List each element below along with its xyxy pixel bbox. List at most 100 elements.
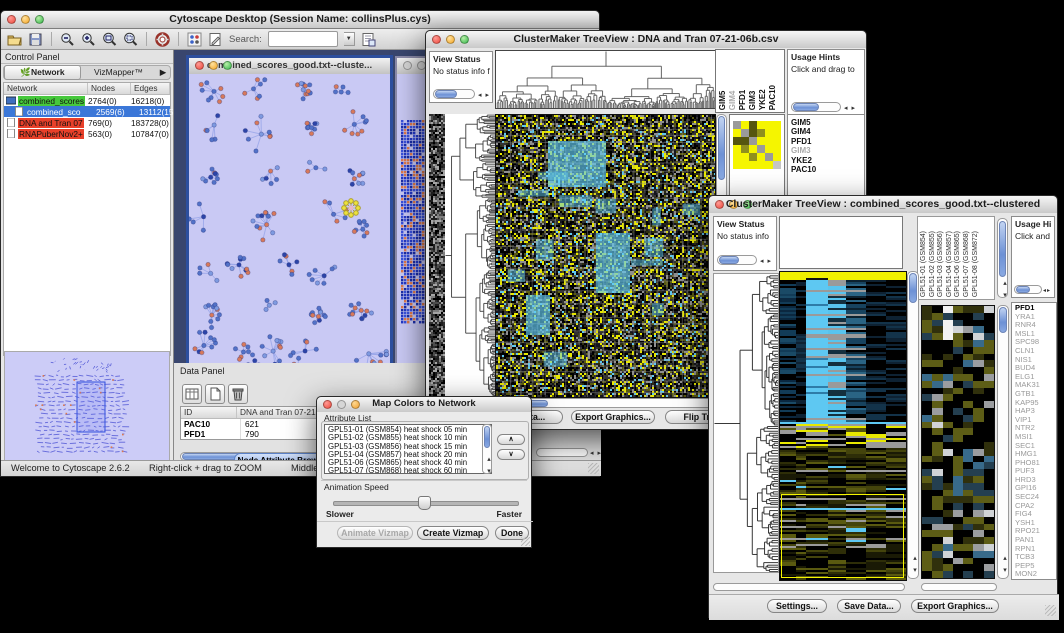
resize-grip[interactable] <box>521 537 530 546</box>
gene-label[interactable]: YKE2 <box>791 156 864 165</box>
new-attribute-icon[interactable] <box>205 384 225 404</box>
open-icon[interactable] <box>7 32 22 47</box>
network-row[interactable]: combined_scores 2764(0) 16218(0) <box>4 95 170 106</box>
network-row[interactable]: combined_sco 2569(6) 13112(15) <box>4 106 170 117</box>
network-row[interactable]: RNAPuberNov2+ 563(0) 107847(0) <box>4 128 170 139</box>
treeview2-button[interactable]: Export Graphics... <box>911 599 999 613</box>
scroll-arrows-icon[interactable]: ◂▸ <box>1043 287 1051 294</box>
gene-dendrogram[interactable] <box>713 273 779 573</box>
array-label[interactable]: GIM4 <box>728 85 737 110</box>
data-panel-hscrollbar-right[interactable] <box>536 448 588 457</box>
dialog-titlebar[interactable]: Map Colors to Network <box>317 397 531 413</box>
search-combo-arrow-icon[interactable]: ▼ <box>344 32 355 46</box>
array-label[interactable]: YKE2 <box>758 85 767 110</box>
array-label[interactable]: PAC10 <box>768 85 777 110</box>
gene-label[interactable]: GIM5 <box>791 118 864 127</box>
array-label[interactable]: GPL51-03 (GSM856) <box>937 231 946 297</box>
scroll-arrows-icon[interactable]: ▴ ▾ <box>910 554 918 575</box>
move-up-button[interactable]: ∧ <box>497 434 525 445</box>
treeview1-button[interactable]: Export Graphics... <box>571 410 655 424</box>
array-label[interactable]: GPL51-07 (GSM868) <box>963 231 972 297</box>
tab-overflow-arrow-icon[interactable]: ▶ <box>156 66 170 79</box>
usage-hints-hscrollbar[interactable] <box>1014 285 1042 294</box>
zoom-in-icon[interactable] <box>81 32 96 47</box>
cytoscape-titlebar[interactable]: Cytoscape Desktop (Session Name: collins… <box>1 11 599 29</box>
save-icon[interactable] <box>28 32 43 47</box>
zoom-button[interactable] <box>223 61 232 70</box>
treeview2-titlebar[interactable]: ClusterMaker TreeView : combined_scores_… <box>709 196 1057 214</box>
slider-thumb[interactable] <box>418 496 431 510</box>
bottom-hscrollbar[interactable] <box>713 583 905 591</box>
tab-network[interactable]: 🌿Network <box>4 65 81 80</box>
scroll-arrows-icon[interactable]: ◂ ▸ <box>844 104 856 112</box>
array-label[interactable]: GPL51-02 (GSM855) <box>929 231 938 297</box>
zoom-fit-icon[interactable] <box>102 32 117 47</box>
treeview2-button[interactable]: Settings... <box>767 599 827 613</box>
gene-label[interactable]: MON2 <box>1015 570 1056 579</box>
view-status-hscrollbar[interactable] <box>433 89 475 99</box>
zoom-heatmap-matrix[interactable] <box>733 121 781 169</box>
gene-label[interactable]: PAC10 <box>791 165 864 174</box>
attribute-list-vscrollbar[interactable]: ▴ ▾ <box>482 424 492 474</box>
attribute-select-icon[interactable] <box>182 384 202 404</box>
network-canvas[interactable] <box>189 74 390 380</box>
array-label[interactable]: GIM5 <box>718 85 727 110</box>
bottom-hscrollbar2[interactable] <box>921 583 997 591</box>
array-dendrogram[interactable] <box>495 50 716 109</box>
usage-hints-panel: Usage Hi Click and ◂▸ <box>1011 216 1055 298</box>
attribute-row[interactable]: PFD1790 <box>181 429 325 439</box>
network-row[interactable]: DNA and Tran 07 769(0) 183728(0) <box>4 117 170 128</box>
zoom-vscrollbar[interactable]: ▴ ▾ <box>997 305 1009 579</box>
birdseye-view[interactable] <box>4 351 170 461</box>
labels-vscrollbar[interactable]: ▴ ▾ <box>997 218 1008 298</box>
data-panel-title: Data Panel <box>180 366 225 376</box>
search-input[interactable] <box>268 31 338 47</box>
minimize-button[interactable] <box>209 61 218 70</box>
tab-vizmapper[interactable]: VizMapper™ <box>81 66 156 79</box>
treeview2-button[interactable]: Save Data... <box>837 599 901 613</box>
array-label[interactable]: GPL51-01 (GSM854) <box>920 231 929 297</box>
scroll-arrows-icon[interactable]: ▴ ▾ <box>484 455 492 476</box>
gene-dendrogram[interactable] <box>445 114 495 396</box>
zoom-out-icon[interactable] <box>60 32 75 47</box>
array-label[interactable]: GPL51-06 (GSM865) <box>954 231 963 297</box>
attribute-table[interactable]: ID DNA and Tran 07-21-06 PAC10621PFD1790 <box>180 406 326 440</box>
dialog-button[interactable]: Create Vizmap <box>417 526 489 540</box>
scroll-arrows-icon[interactable]: ◂ ▸ <box>478 91 490 99</box>
scroll-arrows-icon[interactable]: ◂ ▸ <box>590 449 602 457</box>
usage-hints-hscrollbar[interactable] <box>791 102 841 112</box>
network-window-titlebar[interactable]: combined_scores_good.txt--cluste... <box>189 58 390 75</box>
heatmap-vscrollbar[interactable]: ▴ ▾ <box>907 271 919 579</box>
gene-label[interactable]: PFD1 <box>791 137 864 146</box>
heatmap-main[interactable] <box>495 114 716 398</box>
attribute-list[interactable]: GPL51-01 (GSM854) heat shock 05 minGPL51… <box>324 424 492 474</box>
scroll-arrows-icon[interactable]: ▴ ▾ <box>1000 279 1008 300</box>
resize-grip[interactable] <box>1045 605 1056 616</box>
scroll-arrows-icon[interactable]: ◂ ▸ <box>760 257 772 265</box>
annotation-icon[interactable] <box>208 32 223 47</box>
scroll-arrows-icon[interactable]: ▴ ▾ <box>1000 554 1008 575</box>
close-button[interactable] <box>195 61 204 70</box>
heatmap-main[interactable] <box>779 271 907 581</box>
network-list-header[interactable]: Network Nodes Edges <box>4 83 170 95</box>
array-label[interactable]: GIM3 <box>748 85 757 110</box>
network-window-1[interactable]: combined_scores_good.txt--cluste... <box>186 55 393 383</box>
move-down-button[interactable]: ∨ <box>497 449 525 460</box>
treeview1-titlebar[interactable]: ClusterMaker TreeView : DNA and Tran 07-… <box>426 31 866 49</box>
array-label[interactable]: GPL51-08 (GSM872) <box>972 231 981 297</box>
dialog-buttons: Animate VizmapCreate VizmapDone <box>317 526 531 542</box>
resize-grip[interactable] <box>588 463 599 474</box>
attribute-item[interactable]: GPL51-07 (GSM868) heat shock 60 min <box>328 467 491 474</box>
delete-attribute-trash-icon[interactable] <box>228 384 248 404</box>
dialog-button[interactable]: Animate Vizmap <box>337 526 413 540</box>
zoom-selected-icon[interactable] <box>123 32 138 47</box>
array-label[interactable]: PFD1 <box>738 85 747 110</box>
vizmapper-icon[interactable] <box>187 32 202 47</box>
gene-label[interactable]: GIM3 <box>791 146 864 155</box>
import-table-icon[interactable] <box>361 32 376 47</box>
help-lifesaver-icon[interactable] <box>155 32 170 47</box>
zoom-heatmap[interactable] <box>921 305 995 579</box>
view-status-hscrollbar[interactable] <box>717 255 757 265</box>
attribute-row[interactable]: PAC10621 <box>181 419 325 429</box>
gene-label[interactable]: GIM4 <box>791 127 864 136</box>
